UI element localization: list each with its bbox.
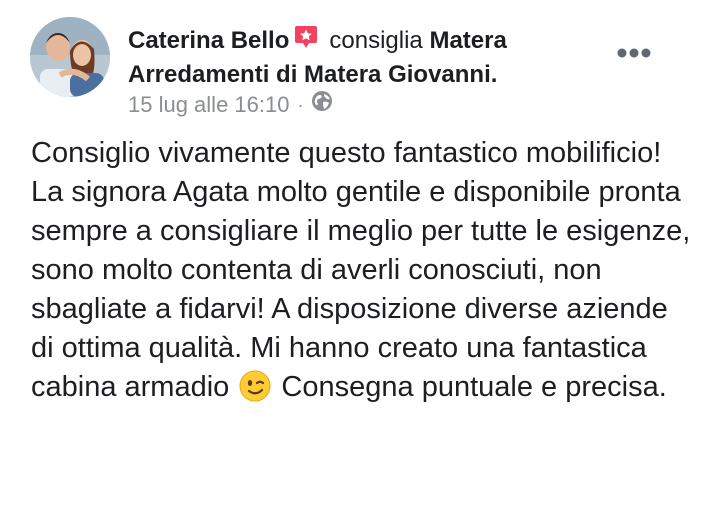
globe-icon bbox=[311, 90, 333, 119]
post-text: Consiglio vivamente questo fantastico mo… bbox=[31, 137, 699, 403]
post-meta: 15 lug alle 16:10 · bbox=[128, 90, 333, 119]
post-text-continued: Consegna puntuale e precisa. bbox=[281, 371, 667, 403]
winking-face-emoji bbox=[239, 370, 271, 413]
avatar[interactable] bbox=[30, 17, 110, 97]
author-name[interactable]: Caterina Bello bbox=[128, 27, 289, 54]
recommends-text: consiglia bbox=[329, 27, 423, 54]
recommend-badge-icon bbox=[293, 24, 319, 59]
post-title: Caterina Bello consiglia Matera Arredamen… bbox=[128, 24, 598, 91]
meta-separator: · bbox=[297, 94, 304, 115]
more-options-button[interactable] bbox=[612, 42, 656, 68]
timestamp[interactable]: 15 lug alle 16:10 bbox=[128, 91, 289, 119]
post-header: Caterina Bello consiglia Matera Arredamen… bbox=[128, 24, 598, 91]
post-card: Caterina Bello consiglia Matera Arredamen… bbox=[0, 0, 720, 505]
post-body: Consiglio vivamente questo fantastico mo… bbox=[31, 134, 691, 413]
more-dots-icon bbox=[616, 46, 652, 64]
